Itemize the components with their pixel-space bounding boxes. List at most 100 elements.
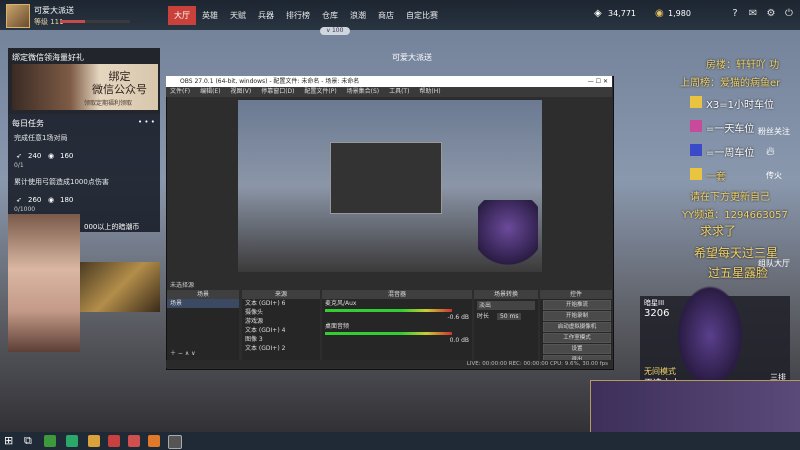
- menu-view[interactable]: 视图(V): [230, 88, 251, 95]
- pass-fire-label[interactable]: 传火: [766, 170, 782, 181]
- chat-line: =一周车位: [706, 148, 755, 159]
- gem-icon: ◈: [594, 8, 602, 19]
- nav-custom-match[interactable]: 自定比赛: [400, 6, 444, 25]
- nav-lobby[interactable]: 大厅: [168, 6, 196, 25]
- task-progress: 0/1000: [14, 206, 36, 213]
- task-reward-a: 260: [28, 196, 42, 204]
- center-title: 可爱大派送: [392, 53, 432, 62]
- nav-shop[interactable]: 商店: [372, 6, 400, 25]
- app-icon[interactable]: [108, 435, 120, 447]
- windows-start-icon[interactable]: ⊞: [4, 434, 13, 447]
- bind-wechat-banner-text: 绑定 微信公众号: [92, 70, 147, 96]
- mixer-channel-db: -0.6 dB: [447, 314, 469, 321]
- window-controls[interactable]: — ☐ ✕: [588, 76, 608, 87]
- daily-task-title: 每日任务: [12, 119, 44, 128]
- menu-docks[interactable]: 停靠窗口(D): [261, 88, 294, 95]
- menu-file[interactable]: 文件(F): [170, 88, 190, 95]
- daily-task-more-button[interactable]: • • •: [138, 118, 155, 126]
- source-item[interactable]: 游戏源: [242, 317, 320, 326]
- menu-help[interactable]: 帮助(H): [419, 88, 440, 95]
- app-icon[interactable]: [128, 435, 140, 447]
- obs-menu-bar: 文件(F) 编辑(E) 视图(V) 停靠窗口(D) 配置文件(P) 场景集合(S…: [166, 87, 612, 97]
- task-label: 完成任意1场对局: [14, 134, 68, 142]
- menu-scene-collection[interactable]: 场景集合(S): [347, 88, 380, 95]
- menu-tools[interactable]: 工具(T): [389, 88, 409, 95]
- bind-wechat-title: 绑定微信领海量好礼: [12, 53, 84, 62]
- chat-line: 请在下方更新自己: [690, 192, 770, 203]
- mail-icon[interactable]: ✉: [746, 7, 760, 21]
- team-lobby-label[interactable]: 组队大厅: [758, 258, 790, 269]
- task-reward-a: 240: [28, 152, 42, 160]
- help-icon[interactable]: ?: [728, 7, 742, 21]
- vtuber-desk-card: [590, 380, 800, 434]
- version-tag: v 100: [320, 27, 350, 35]
- controls-header: 控件: [540, 290, 612, 299]
- source-item[interactable]: 图像 3: [242, 335, 320, 344]
- arrow-icon: ➶: [16, 152, 22, 160]
- start-recording-button[interactable]: 开始录制: [543, 311, 611, 321]
- app-icon[interactable]: [44, 435, 56, 447]
- sources-panel: 来源 文本 (GDI+) 6 摄像头 游戏源 文本 (GDI+) 4 图像 3 …: [242, 290, 320, 360]
- chat-line: 房楼：轩轩吖 功: [706, 60, 780, 71]
- mixer-panel: 混音器 麦克风/Aux -0.6 dB 桌面音频 0.0 dB: [322, 290, 472, 360]
- app-icon[interactable]: [148, 435, 160, 447]
- coin-icon: ◉: [48, 196, 55, 204]
- scene-toolbar[interactable]: ＋ − ∧ ∨: [170, 349, 196, 358]
- task-view-icon[interactable]: ⧉: [24, 434, 32, 448]
- transition-panel: 场景转换 淡出 时长 50 ms: [474, 290, 538, 360]
- nav-inventory[interactable]: 仓库: [316, 6, 344, 25]
- bind-wechat-banner-sub: 领取定期福利领取: [84, 100, 133, 107]
- gold-icon: ◉: [655, 8, 664, 19]
- scene-item[interactable]: 场景: [167, 299, 239, 308]
- start-streaming-button[interactable]: 开始推流: [543, 300, 611, 310]
- windows-taskbar: [0, 432, 800, 450]
- mixer-channel-db: 0.0 dB: [449, 337, 469, 344]
- lamp-image: [80, 262, 160, 312]
- sources-header: 来源: [242, 290, 320, 299]
- follow-label[interactable]: 粉丝关注: [758, 126, 790, 137]
- obs-title: OBS 27.0.1 (64-bit, windows) - 配置文件: 未命名…: [180, 78, 360, 85]
- rank-title: 暗星III: [644, 299, 665, 307]
- source-item[interactable]: 摄像头: [242, 308, 320, 317]
- controls-panel: 控件 开始推流 开始录制 启动虚拟摄像机 工作室模式 设置 退出: [540, 290, 612, 365]
- mixer-header: 混音器: [322, 290, 472, 299]
- flame-icon[interactable]: 🔥︎: [766, 144, 775, 159]
- settings-icon[interactable]: ⚙: [764, 7, 778, 21]
- task-label: 累计使用弓箭造成1000点伤害: [14, 178, 109, 186]
- chat-line: =一天车位: [706, 124, 755, 135]
- power-icon[interactable]: ⏻: [782, 7, 796, 21]
- source-item[interactable]: 文本 (GDI+) 2: [242, 344, 320, 353]
- settings-button[interactable]: 设置: [543, 344, 611, 354]
- nav-heroes[interactable]: 英雄: [196, 6, 224, 25]
- chat-line: YY频道：1294663057: [682, 210, 788, 221]
- preview-vtuber: [478, 200, 538, 270]
- start-virtual-camera-button[interactable]: 启动虚拟摄像机: [543, 322, 611, 332]
- nav-talents[interactable]: 天赋: [224, 6, 252, 25]
- task-reward-b: 180: [60, 196, 74, 204]
- player-avatar[interactable]: [6, 4, 30, 28]
- gold-count: 1,980: [668, 9, 691, 18]
- app-icon[interactable]: [88, 435, 100, 447]
- duration-input[interactable]: 50 ms: [496, 313, 522, 320]
- preview-nested-capture: [330, 142, 442, 214]
- gift-icon: [690, 120, 702, 132]
- nav-weapons[interactable]: 兵器: [252, 6, 280, 25]
- app-icon[interactable]: [66, 435, 78, 447]
- arrow-icon: ➶: [16, 196, 22, 204]
- webcam-caption: 000以上的暗潮币: [84, 223, 140, 231]
- obs-title-bar: OBS 27.0.1 (64-bit, windows) - 配置文件: 未命名…: [166, 76, 612, 87]
- main-nav: 大厅 英雄 天赋 兵器 排行榜 仓库 浪潮 商店 自定比赛: [168, 6, 444, 25]
- source-item[interactable]: 文本 (GDI+) 4: [242, 326, 320, 335]
- source-item[interactable]: 文本 (GDI+) 6: [242, 299, 320, 308]
- transition-select[interactable]: 淡出: [477, 301, 535, 310]
- menu-profile[interactable]: 配置文件(P): [304, 88, 336, 95]
- gift-icon: [690, 144, 702, 156]
- scenes-header: 场景: [167, 290, 239, 299]
- nav-tide[interactable]: 浪潮: [344, 6, 372, 25]
- nav-leaderboard[interactable]: 排行榜: [280, 6, 316, 25]
- menu-edit[interactable]: 编辑(E): [200, 88, 220, 95]
- obs-app-icon[interactable]: [168, 435, 182, 449]
- studio-mode-button[interactable]: 工作室模式: [543, 333, 611, 343]
- rank-score: 3206: [644, 308, 670, 319]
- task-reward-b: 160: [60, 152, 74, 160]
